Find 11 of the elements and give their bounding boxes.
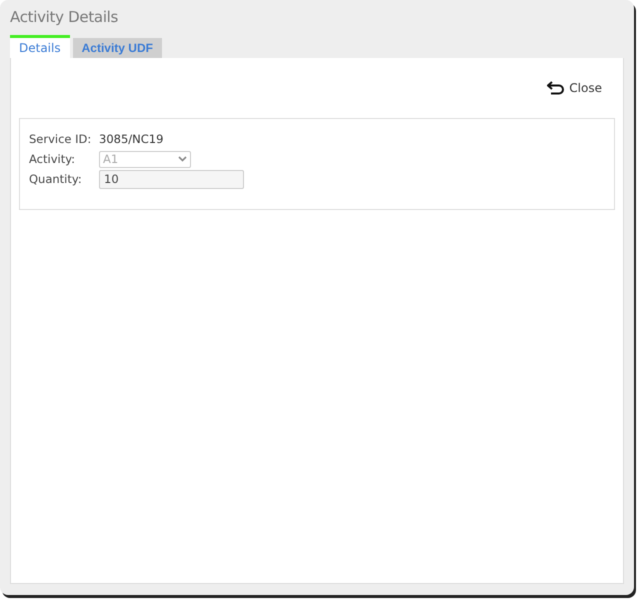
window-title: Activity Details	[10, 8, 120, 28]
field-label: Quantity:	[29, 172, 83, 186]
tab[interactable]: Activity UDF	[72, 38, 162, 58]
quantity-field[interactable]: 10	[99, 170, 244, 188]
chevron-down-icon	[178, 156, 187, 162]
field-value: 3085/NC19	[99, 132, 164, 146]
field-label: Service ID:	[29, 132, 92, 146]
return-arrow-icon	[547, 81, 566, 95]
tab[interactable]: Details	[10, 35, 70, 58]
field-label: Activity:	[29, 152, 76, 166]
close-button[interactable]: Close	[547, 81, 615, 95]
